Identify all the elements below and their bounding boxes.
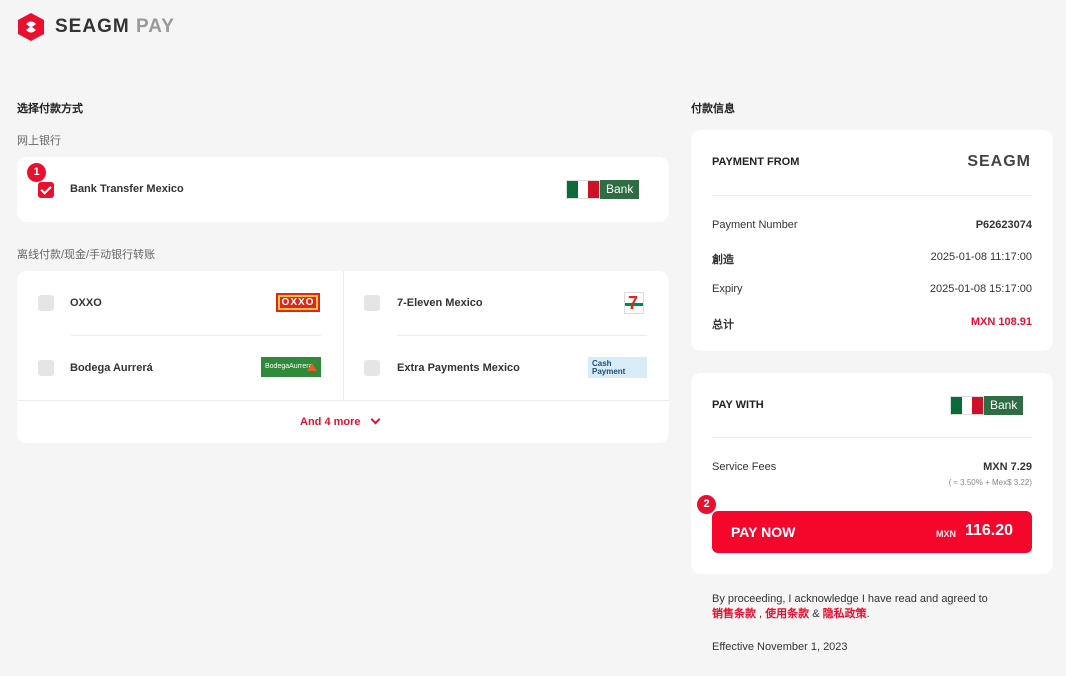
payment-number-label: Payment Number bbox=[712, 219, 798, 231]
seven-eleven-logo: 7 bbox=[624, 292, 644, 314]
terms-text: By proceeding, I acknowledge I have read… bbox=[712, 593, 988, 620]
bank-transfer-checkbox[interactable] bbox=[38, 182, 54, 198]
online-banking-card: Bank Transfer Mexico Bank bbox=[17, 157, 669, 222]
bank-transfer-label: Bank Transfer Mexico bbox=[70, 183, 184, 195]
effective-date: Effective November 1, 2023 bbox=[712, 641, 848, 653]
select-payment-method-title: 选择付款方式 bbox=[17, 103, 83, 115]
total-label: 总计 bbox=[712, 319, 734, 331]
seven-eleven-checkbox[interactable] bbox=[364, 295, 380, 311]
payment-from-card: PAYMENT FROM SEAGM Payment Number P62623… bbox=[691, 130, 1053, 351]
payment-from-heading: PAYMENT FROM bbox=[712, 156, 800, 168]
seagm-pay-logo[interactable]: SEAGM PAY bbox=[17, 12, 175, 42]
step-badge-1: 1 bbox=[27, 163, 46, 182]
pay-with-heading: PAY WITH bbox=[712, 399, 764, 411]
privacy-policy-link[interactable]: 隐私政策 bbox=[823, 608, 867, 620]
service-fees-value: MXN 7.29 bbox=[983, 461, 1032, 473]
service-fees-label: Service Fees bbox=[712, 461, 777, 473]
offline-payment-card: OXXO OXXO 7-Eleven Mexico 7 Bodega Aurre… bbox=[17, 271, 669, 443]
bank-mexico-logo: Bank bbox=[566, 180, 640, 199]
step-badge-2: 2 bbox=[697, 495, 716, 514]
offline-payment-subtitle: 离线付款/现金/手动银行转账 bbox=[17, 249, 156, 261]
method-bank-transfer-mexico[interactable]: Bank Transfer Mexico Bank bbox=[17, 157, 669, 222]
method-extra-payments-mexico[interactable]: Extra Payments Mexico Cash Payment bbox=[343, 336, 669, 400]
bodega-aurrera-logo: BodegaAurrera bbox=[261, 357, 321, 377]
extra-payments-label: Extra Payments Mexico bbox=[397, 362, 520, 374]
card-divider bbox=[712, 195, 1032, 196]
pay-with-bank-logo: Bank bbox=[950, 396, 1024, 415]
bodega-label: Bodega Aurrerá bbox=[70, 362, 153, 374]
pay-now-currency: MXN bbox=[936, 529, 956, 539]
created-label: 創造 bbox=[712, 254, 734, 266]
card-divider bbox=[712, 437, 1032, 438]
expiry-label: Expiry bbox=[712, 283, 743, 295]
oxxo-label: OXXO bbox=[70, 297, 102, 309]
pay-now-button[interactable]: PAY NOW MXN 116.20 bbox=[712, 511, 1032, 553]
seagm-small-logo: SEAGM bbox=[967, 153, 1031, 170]
pay-now-label: PAY NOW bbox=[731, 524, 796, 540]
seagm-logo-icon bbox=[18, 13, 44, 41]
payment-number-value: P62623074 bbox=[975, 219, 1032, 231]
show-more-label: And 4 more bbox=[300, 416, 361, 428]
online-banking-subtitle: 网上银行 bbox=[17, 135, 61, 147]
logo-wordmark: SEAGM PAY bbox=[55, 16, 175, 37]
chevron-down-icon bbox=[370, 414, 381, 425]
expiry-value: 2025-01-08 15:17:00 bbox=[929, 283, 1032, 295]
sales-terms-link[interactable]: 销售条款 bbox=[712, 608, 756, 620]
method-7-eleven-mexico[interactable]: 7-Eleven Mexico 7 bbox=[343, 271, 669, 335]
method-bodega-aurrera[interactable]: Bodega Aurrerá BodegaAurrera bbox=[17, 336, 343, 400]
pay-now-amount: 116.20 bbox=[964, 522, 1013, 539]
created-value: 2025-01-08 11:17:00 bbox=[930, 251, 1032, 263]
terms-of-use-link[interactable]: 使用条款 bbox=[765, 608, 809, 620]
extra-payments-checkbox[interactable] bbox=[364, 360, 380, 376]
show-more-methods-button[interactable]: And 4 more bbox=[17, 401, 669, 443]
cash-payment-logo: Cash Payment bbox=[588, 357, 647, 378]
seven-eleven-label: 7-Eleven Mexico bbox=[397, 297, 483, 309]
service-fees-note: ( ≈ 3.50% + Mex$ 3.22) bbox=[948, 478, 1032, 487]
bodega-checkbox[interactable] bbox=[38, 360, 54, 376]
method-oxxo[interactable]: OXXO OXXO bbox=[17, 271, 343, 335]
oxxo-checkbox[interactable] bbox=[38, 295, 54, 311]
payment-info-title: 付款信息 bbox=[691, 103, 735, 115]
total-value: MXN 108.91 bbox=[970, 316, 1032, 328]
oxxo-logo: OXXO bbox=[276, 293, 320, 312]
